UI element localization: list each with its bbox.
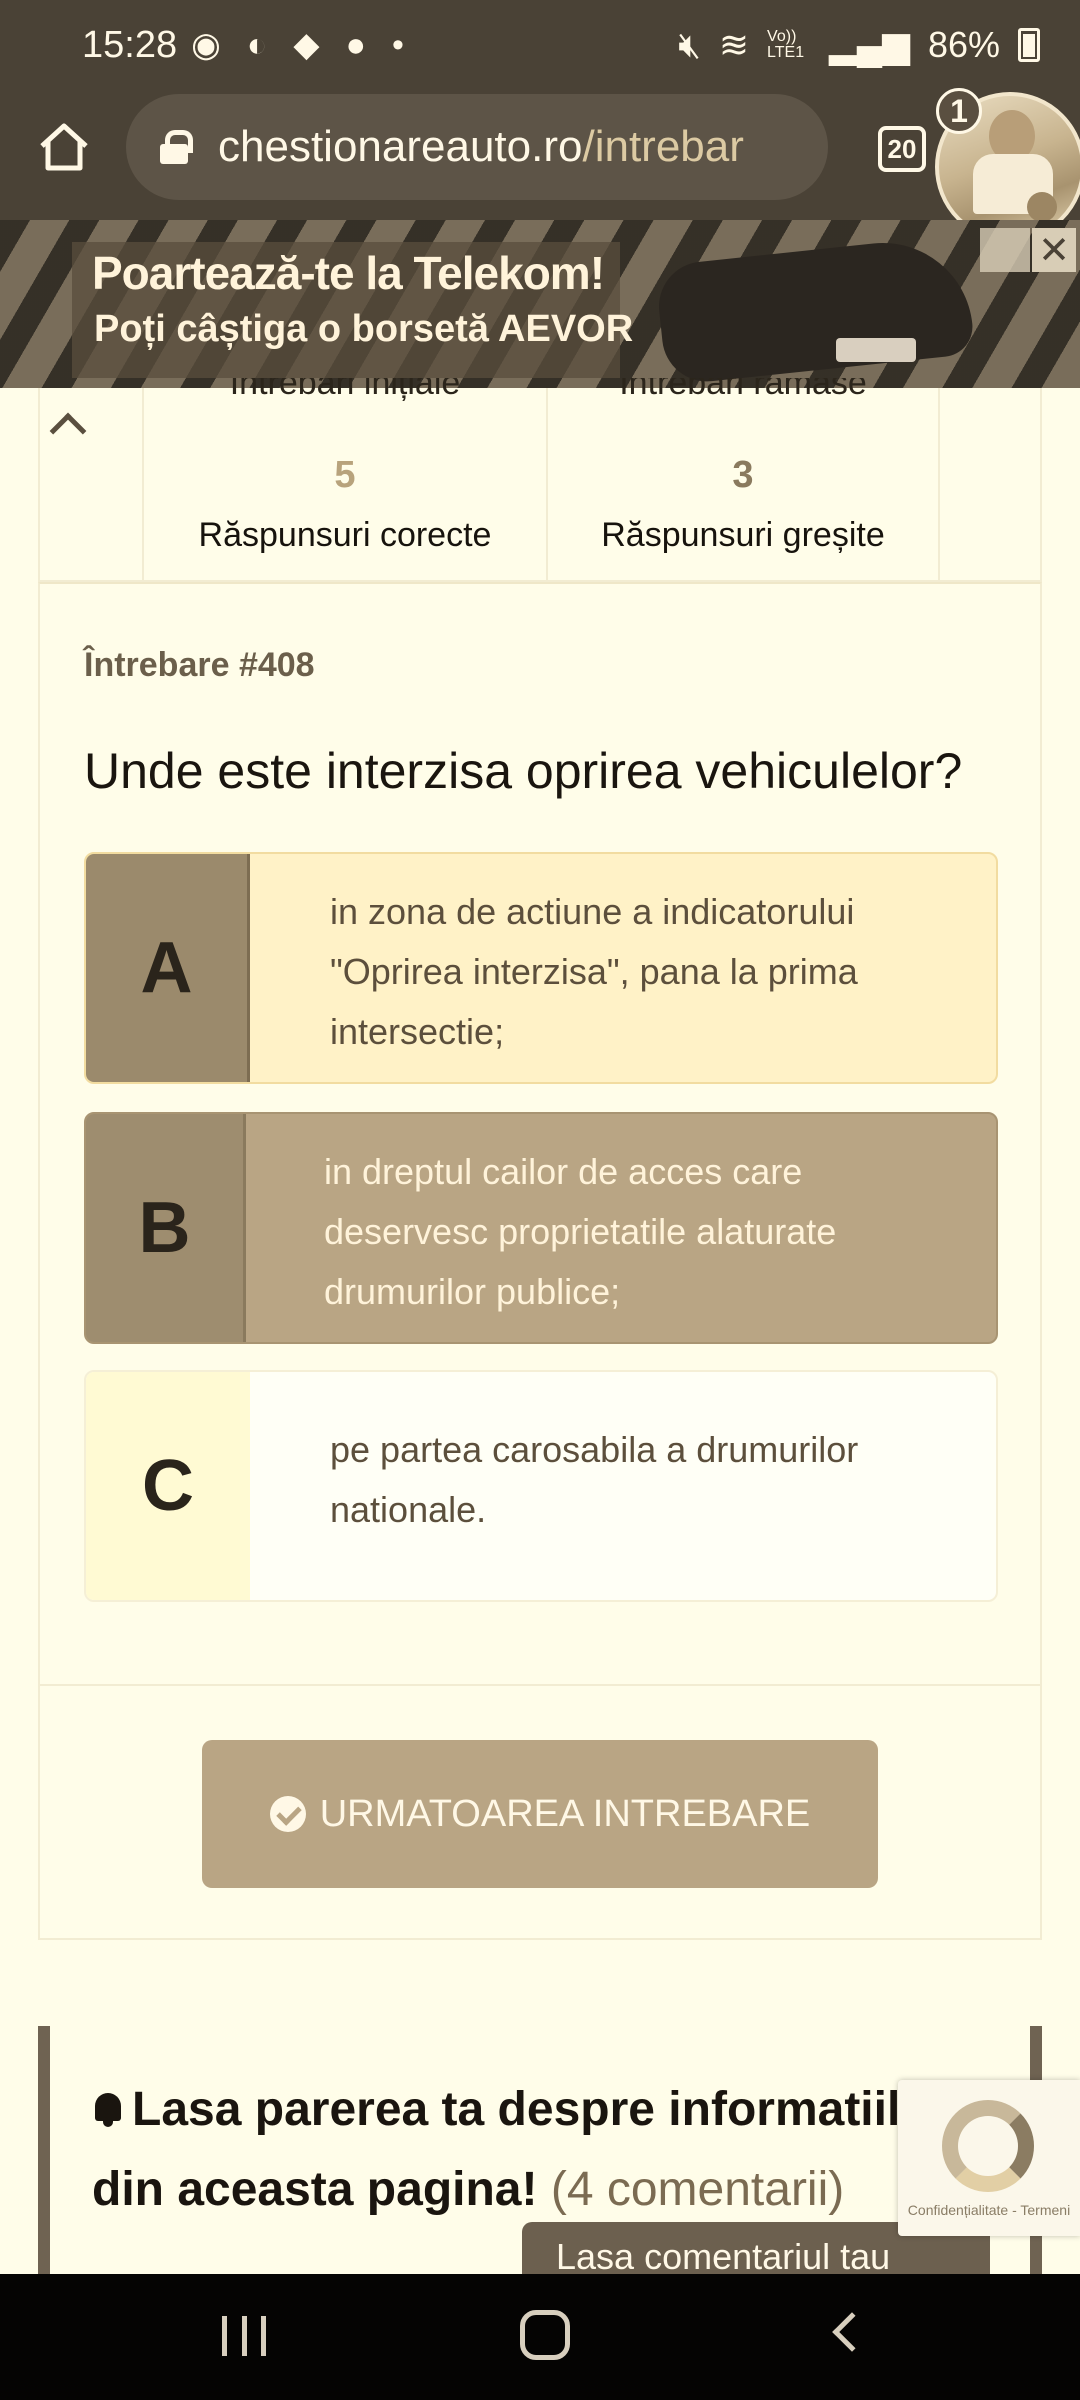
question-number: Întrebare #408 [84,646,315,684]
answer-text: in zona de actiune a indicatorului "Opri… [330,891,858,1052]
signal-icon: ▂▄▆ [829,24,910,65]
stat-remaining-label: Întrebări rămase [619,378,867,402]
correct-label: Răspunsuri corecte [198,516,492,554]
lock-icon [160,130,193,164]
url-text[interactable]: chestionareauto.ro/intrebar [218,122,778,172]
url-host: chestionareauto.ro [218,122,583,171]
ad-product-tag [836,338,916,362]
comments-count[interactable]: (4 comentarii) [551,2163,844,2216]
system-icons: 🔇︎ ≋ Vo)) LTE1 ▂▄▆ 86% [678,24,1040,67]
answer-text: in dreptul cailor de acces care deserves… [324,1151,837,1312]
answer-letter: B [86,1114,246,1342]
answer-letter: A [86,854,250,1082]
next-question-button[interactable]: URMATOAREA INTREBARE [202,1740,878,1888]
next-question-label: URMATOAREA INTREBARE [319,1792,811,1835]
card-divider [40,1684,1040,1686]
recaptcha-badge[interactable]: Confidențialitate - Termeni [898,2080,1080,2236]
stat-wrong: Întrebări rămase 3 Răspunsuri greșite [548,378,940,582]
answer-option-a[interactable]: A in zona de actiune a indicatorului "Op… [84,852,998,1084]
wrong-count: 3 [732,454,754,496]
facebook-icon: ● [345,25,367,64]
stat-correct: Întrebări inițiale 5 Răspunsuri corecte [144,378,548,582]
check-circle-icon [269,1796,306,1832]
recents-icon[interactable] [222,2316,266,2356]
bell-icon [92,2093,124,2127]
ad-headline: Poartează-te la Telekom! [92,247,605,299]
recaptcha-icon [942,2100,1034,2192]
media-icon: ◉ [191,26,221,64]
ad-subline: Poți câștiga o borsetă AEVOR [94,308,634,350]
battery-percent: 86% [927,24,1000,65]
home-icon[interactable] [36,118,92,174]
chat-head-badge: 1 [936,88,982,134]
answer-text: pe partea carosabila a drumurilor nation… [330,1429,859,1530]
url-bar[interactable]: chestionareauto.ro/intrebar [126,94,828,200]
wifi-icon: ≋ [718,24,750,65]
notification-icons: ◉ ◐ ◆ ● • [191,25,404,65]
ad-info-icon[interactable] [980,228,1030,272]
ad-close-icon[interactable]: ✕ [1032,228,1076,272]
url-path: /intrebar [582,122,744,171]
comments-heading: Lasa parerea ta despre informatiile din … [92,2070,972,2230]
messenger-icon: ◐ [246,25,268,64]
question-title: Unde este interzisa oprirea vehiculelor? [84,743,963,799]
battery-icon [1018,28,1040,62]
dot-icon: • [392,25,404,64]
answer-option-c[interactable]: C pe partea carosabila a drumurilor nati… [84,1370,998,1602]
status-bar: 15:28 ◉ ◐ ◆ ● • 🔇︎ ≋ Vo)) LTE1 ▂▄▆ 86% [0,0,1080,90]
network-label: Vo)) LTE1 [767,28,805,61]
avatar-face-2 [1027,192,1057,222]
mute-icon: 🔇︎ [678,23,701,65]
answer-option-b[interactable]: B in dreptul cailor de acces care deserv… [84,1112,998,1344]
home-nav-icon[interactable] [520,2310,570,2360]
stat-initial-label: Întrebări inițiale [229,378,461,402]
recaptcha-terms[interactable]: Confidențialitate - Termeni [898,2202,1080,2218]
wrong-label: Răspunsuri greșite [601,516,885,554]
answer-letter: C [86,1372,250,1600]
collapse-stats-button[interactable] [38,388,144,582]
correct-count: 5 [334,454,356,496]
tab-switcher-button[interactable]: 20 [878,126,926,172]
status-time: 15:28 [82,23,178,66]
discord-icon: ◆ [293,26,320,64]
